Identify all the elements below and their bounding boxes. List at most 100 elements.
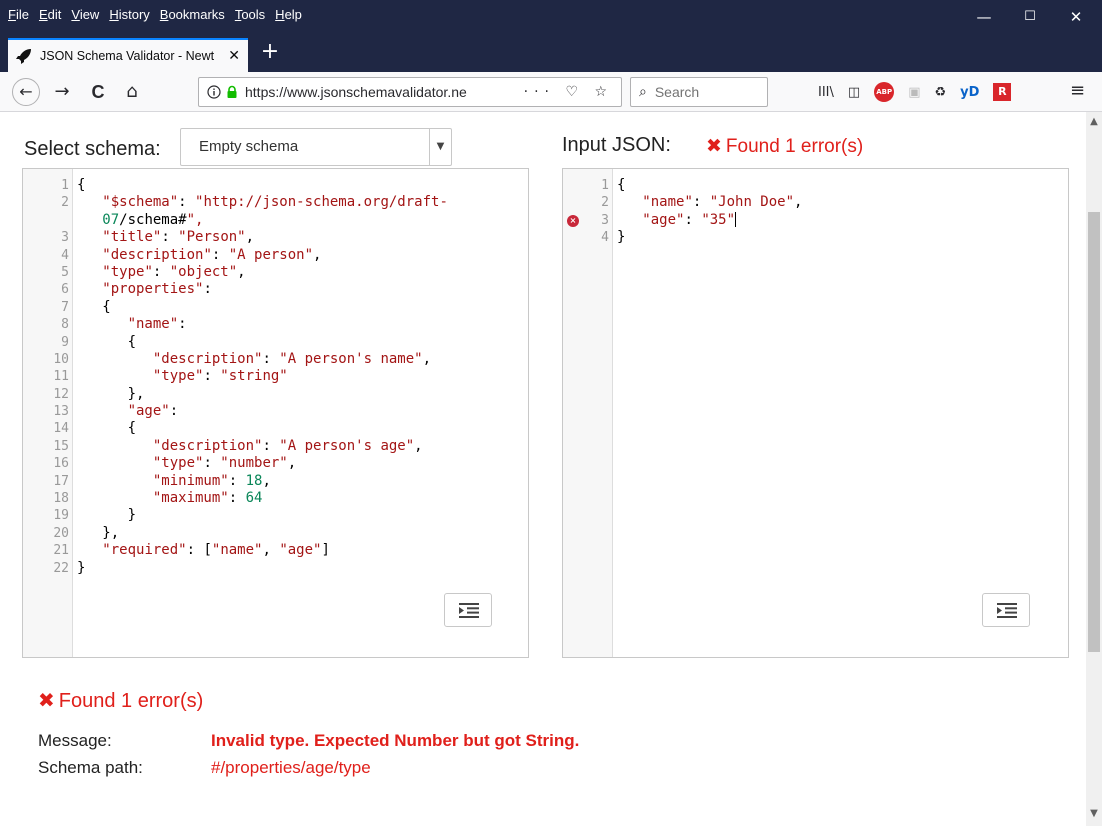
tab-strip: JSON Schema Validator - Newt ✕ + <box>0 34 1102 72</box>
input-error-status: ✖ Found 1 error(s) <box>706 135 863 158</box>
page-actions-icon[interactable]: ··· ♡ ☆ <box>524 84 613 100</box>
scroll-down-icon[interactable]: ▼ <box>1086 808 1102 819</box>
schema-code-line[interactable]: 19 } <box>23 507 528 524</box>
schema-code-line[interactable]: 5 "type": "object", <box>23 264 528 281</box>
schema-code-line[interactable]: 16 "type": "number", <box>23 455 528 472</box>
schema-code-line[interactable]: 13 "age": <box>23 403 528 420</box>
page-content: Select schema: Empty schema ▼ Input JSON… <box>0 112 1086 826</box>
url-text[interactable]: https://www.jsonschemavalidator.ne <box>245 84 524 100</box>
schema-code-line[interactable]: 18 "maximum": 64 <box>23 490 528 507</box>
forward-button[interactable]: → <box>48 78 76 106</box>
tab-close-icon[interactable]: ✕ <box>228 48 240 64</box>
close-window-button[interactable]: ✕ <box>1054 4 1098 30</box>
toolbar-icons: III\ ◫ ABP ▣ ♻ yD R <box>818 81 1025 103</box>
search-box[interactable]: ⌕ Search <box>630 77 768 107</box>
line-number: 14 <box>53 421 69 437</box>
maximize-button[interactable]: ☐ <box>1008 4 1052 30</box>
error-x-icon: ✖ <box>706 135 722 157</box>
schema-code-line[interactable]: 8 "name": <box>23 316 528 333</box>
adblock-plus-icon[interactable]: ABP <box>874 82 895 102</box>
yd-extension-icon[interactable]: yD <box>960 85 979 100</box>
library-icon[interactable]: III\ <box>818 85 834 100</box>
menu-help[interactable]: Help <box>275 7 302 22</box>
extension-icon[interactable]: ♻ <box>934 85 946 100</box>
menu-file[interactable]: File <box>8 7 29 22</box>
chevron-down-icon[interactable]: ▼ <box>429 129 451 165</box>
line-number: 6 <box>61 282 69 298</box>
schema-code-line[interactable]: 1{ <box>23 177 528 194</box>
minimize-button[interactable]: — <box>962 4 1006 30</box>
input-code-line[interactable]: 1{ <box>563 177 1068 194</box>
sidebar-icon[interactable]: ◫ <box>848 85 860 100</box>
input-code-line[interactable]: 2 "name": "John Doe", <box>563 194 1068 211</box>
schema-code-line[interactable]: 11 "type": "string" <box>23 368 528 385</box>
title-bar: File Edit View History Bookmarks Tools H… <box>0 0 1102 34</box>
input-code[interactable]: 1{2 "name": "John Doe", 3 × "age": "35" 4} <box>563 177 1068 247</box>
code-text: "minimum": 18, <box>152 472 271 489</box>
line-number: 16 <box>53 456 69 472</box>
vertical-scrollbar[interactable]: ▲ ▼ <box>1086 112 1102 826</box>
schema-editor[interactable]: 1{2 "$schema": "http://json-schema.org/d… <box>22 168 529 658</box>
menu-bar: File Edit View History Bookmarks Tools H… <box>8 7 312 22</box>
line-number: 2 <box>601 195 609 211</box>
code-text: "description": "A person's age", <box>152 437 423 454</box>
scroll-up-icon[interactable]: ▲ <box>1086 116 1102 127</box>
schema-code-line[interactable]: 12 }, <box>23 386 528 403</box>
schema-code-line[interactable]: 17 "minimum": 18, <box>23 473 528 490</box>
input-json-editor[interactable]: 1{2 "name": "John Doe", 3 × "age": "35" 4} <box>562 168 1069 658</box>
schema-code-line[interactable]: 4 "description": "A person", <box>23 247 528 264</box>
lock-icon[interactable] <box>225 85 239 99</box>
code-text: "age": <box>127 403 179 420</box>
reader-view-icon[interactable]: ▣ <box>908 85 920 100</box>
input-error-text: Found 1 error(s) <box>725 136 864 157</box>
schema-code-line[interactable]: 10 "description": "A person's name", <box>23 351 528 368</box>
search-icon: ⌕ <box>639 84 647 100</box>
info-icon[interactable] <box>207 85 221 99</box>
schema-path-value: #/properties/age/type <box>211 758 371 777</box>
schema-code-line[interactable]: 6 "properties": <box>23 281 528 298</box>
code-text: { <box>77 298 111 315</box>
text-caret <box>735 212 737 228</box>
tab-title: JSON Schema Validator - Newt <box>40 49 215 63</box>
code-text: 07/schema#", <box>102 211 204 228</box>
menu-tools[interactable]: Tools <box>235 7 265 22</box>
line-number: 2 <box>61 195 69 211</box>
back-button[interactable]: ← <box>12 78 40 106</box>
hamburger-menu-icon[interactable]: ≡ <box>1070 80 1085 101</box>
schema-code-line[interactable]: 3 "title": "Person", <box>23 229 528 246</box>
input-code-line[interactable]: 3 × "age": "35" <box>563 212 1068 229</box>
menu-edit[interactable]: Edit <box>39 7 61 22</box>
code-text: }, <box>77 385 145 402</box>
indent-icon <box>459 603 479 618</box>
home-button[interactable]: ⌂ <box>118 78 146 106</box>
code-text: { <box>77 420 137 437</box>
error-marker-icon[interactable]: × <box>567 214 579 227</box>
schema-code-line[interactable]: 2 "$schema": "http://json-schema.org/dra… <box>23 194 528 211</box>
scrollbar-thumb[interactable] <box>1088 212 1100 652</box>
tab-json-schema-validator[interactable]: JSON Schema Validator - Newt ✕ <box>8 38 248 72</box>
schema-code-line[interactable]: 9 { <box>23 334 528 351</box>
result-title: ✖ Found 1 error(s) <box>38 688 203 713</box>
url-bar[interactable]: https://www.jsonschemavalidator.ne ··· ♡… <box>198 77 622 107</box>
menu-bookmarks[interactable]: Bookmarks <box>160 7 225 22</box>
schema-dropdown[interactable]: Empty schema ▼ <box>180 128 452 166</box>
input-code-line[interactable]: 4} <box>563 229 1068 246</box>
new-tab-button[interactable]: + <box>256 38 284 66</box>
schema-code-line[interactable]: 21 "required": ["name", "age"] <box>23 542 528 559</box>
schema-code-line[interactable]: 20 }, <box>23 525 528 542</box>
schema-code-line[interactable]: 22} <box>23 560 528 577</box>
schema-code-line[interactable]: 15 "description": "A person's age", <box>23 438 528 455</box>
schema-code-line[interactable]: 07/schema#", <box>23 212 528 229</box>
line-number: 3 <box>61 230 69 246</box>
menu-history[interactable]: History <box>109 7 149 22</box>
reload-button[interactable]: C <box>84 78 112 106</box>
format-schema-button[interactable] <box>444 593 492 627</box>
red-extension-icon[interactable]: R <box>993 83 1012 101</box>
schema-code[interactable]: 1{2 "$schema": "http://json-schema.org/d… <box>23 177 528 577</box>
line-number: 22 <box>53 560 69 576</box>
menu-view[interactable]: View <box>71 7 99 22</box>
schema-code-line[interactable]: 7 { <box>23 299 528 316</box>
schema-code-line[interactable]: 14 { <box>23 420 528 437</box>
input-json-label: Input JSON: <box>562 134 671 156</box>
format-input-button[interactable] <box>982 593 1030 627</box>
